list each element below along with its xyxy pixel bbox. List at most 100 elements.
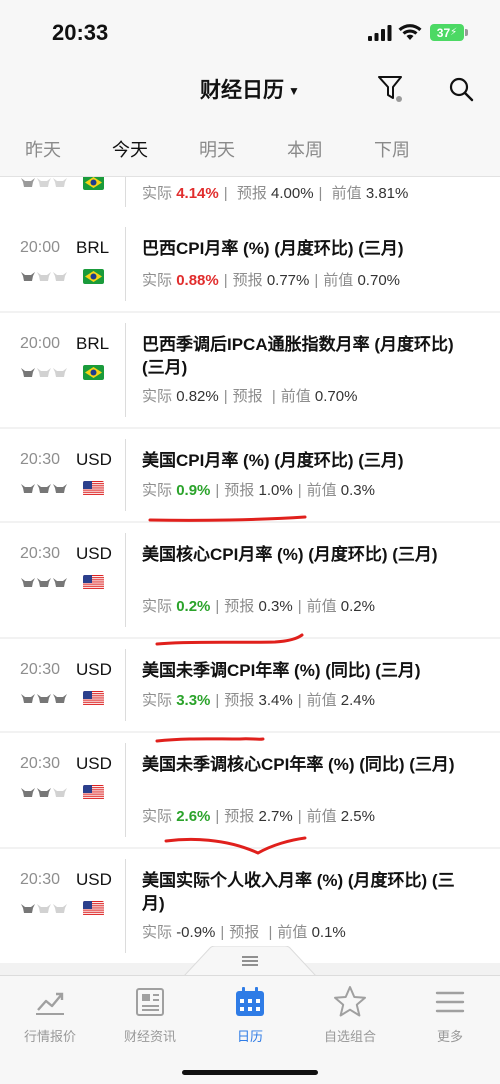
home-indicator xyxy=(182,1070,318,1075)
importance-bulls-icon xyxy=(21,272,67,281)
battery-cap xyxy=(465,29,468,36)
nav-label: 日历 xyxy=(236,1029,263,1044)
tab-today[interactable]: 今天 xyxy=(100,136,160,162)
nav-news[interactable]: 财经资讯 xyxy=(100,984,200,1045)
divider xyxy=(125,323,126,417)
previous-label: 前值 xyxy=(306,598,337,615)
list-item[interactable]: 20:30 USD 美国未季调CPI年率 (%) (同比) (三月) 实际 3.3% |… xyxy=(0,639,500,731)
event-time: 20:30 xyxy=(20,871,61,888)
actual-value: 0.2% xyxy=(176,598,211,615)
forecast-label: 预报 xyxy=(224,692,255,709)
previous-value: 0.70% xyxy=(314,388,358,405)
battery-level: 37 xyxy=(436,25,451,40)
value-separator: | xyxy=(215,482,220,499)
actual-value: 3.3% xyxy=(176,692,211,709)
actual-label: 实际 xyxy=(142,598,173,615)
status-bar: 20:33 37 ⚡ xyxy=(0,0,500,62)
event-values: 实际 0.2% | 预报 0.3% | 前值 0.2% xyxy=(142,595,375,616)
search-icon[interactable] xyxy=(448,76,474,102)
previous-label: 前值 xyxy=(306,808,337,825)
actual-value: 0.88% xyxy=(176,272,219,289)
importance-bulls-icon xyxy=(21,178,67,187)
previous-label: 前值 xyxy=(331,185,362,202)
event-values: 实际 0.82% | 预报 | 前值 0.70% xyxy=(142,385,357,406)
forecast-value: 0.3% xyxy=(258,598,293,615)
wifi-icon xyxy=(398,24,422,40)
event-values: 实际 2.6% | 预报 2.7% | 前值 2.5% xyxy=(142,805,375,826)
value-separator: | xyxy=(223,272,228,289)
value-separator: | xyxy=(215,808,220,825)
chart-icon xyxy=(36,992,64,1015)
event-list[interactable]: 实际 4.14% | 预报 4.00% | 前值 3.81% 20:00 BRL 巴西C… xyxy=(0,177,500,975)
event-currency: USD xyxy=(76,544,112,563)
divider xyxy=(125,859,126,953)
forecast-label: 预报 xyxy=(224,482,255,499)
divider xyxy=(125,533,126,627)
nav-more[interactable]: 更多 xyxy=(400,984,500,1045)
brazil-flag-icon xyxy=(83,365,104,380)
filter-icon[interactable] xyxy=(377,74,405,104)
nav-watchlist[interactable]: 自选组合 xyxy=(300,984,400,1045)
forecast-value: 2.7% xyxy=(258,808,293,825)
actual-value: 0.9% xyxy=(176,482,211,499)
event-currency: USD xyxy=(76,660,112,679)
nav-label: 自选组合 xyxy=(323,1029,376,1044)
tab-this-week[interactable]: 本周 xyxy=(275,136,335,162)
event-title: 美国未季调核心CPI年率 (%) (同比) (三月) xyxy=(142,755,455,774)
nav-quotes[interactable]: 行情报价 xyxy=(0,984,100,1045)
event-currency: USD xyxy=(76,754,112,773)
day-tabs: 昨天 今天 明天 本周 下周 xyxy=(0,118,500,177)
importance-bulls-icon xyxy=(21,694,67,703)
usa-flag-icon xyxy=(83,481,104,496)
divider xyxy=(125,177,126,207)
nav-label: 更多 xyxy=(436,1029,463,1044)
forecast-label: 预报 xyxy=(229,924,260,941)
drawer-handle[interactable] xyxy=(184,946,316,976)
previous-value: 3.81% xyxy=(365,185,409,202)
event-time: 20:00 xyxy=(20,335,61,352)
status-time: 20:33 xyxy=(52,20,109,45)
caret-down-icon: ▼ xyxy=(288,84,300,99)
tab-yesterday[interactable]: 昨天 xyxy=(13,136,73,162)
previous-label: 前值 xyxy=(280,388,311,405)
forecast-value: 3.4% xyxy=(258,692,293,709)
usa-flag-icon xyxy=(83,785,104,800)
nav-bar: 财经日历 ▼ xyxy=(0,62,500,118)
actual-label: 实际 xyxy=(142,924,173,941)
importance-bulls-icon xyxy=(21,484,67,493)
value-separator: | xyxy=(215,598,220,615)
previous-value: 2.5% xyxy=(340,808,375,825)
previous-label: 前值 xyxy=(323,272,354,289)
list-item[interactable]: 实际 4.14% | 预报 4.00% | 前值 3.81% xyxy=(0,177,500,217)
actual-label: 实际 xyxy=(142,272,173,289)
nav-calendar[interactable]: 日历 xyxy=(200,984,300,1045)
calendar-icon xyxy=(236,987,264,1016)
event-time: 20:30 xyxy=(20,755,61,772)
list-item[interactable]: 20:30 USD 美国核心CPI月率 (%) (月度环比) (三月) 实际 0.2%… xyxy=(0,523,500,637)
tab-next-week[interactable]: 下周 xyxy=(362,136,422,162)
divider xyxy=(125,649,126,721)
previous-value: 2.4% xyxy=(340,692,375,709)
forecast-value: 1.0% xyxy=(258,482,293,499)
list-item[interactable]: 20:30 USD 美国未季调核心CPI年率 (%) (同比) (三月) 实际 2.6… xyxy=(0,733,500,847)
forecast-label: 预报 xyxy=(224,808,255,825)
event-title: 美国实际个人收入月率 (%) (月度环比) (三月) xyxy=(142,871,455,913)
event-currency: USD xyxy=(76,450,112,469)
list-item[interactable]: 20:30 USD 美国CPI月率 (%) (月度环比) (三月) 实际 0.9% | 预… xyxy=(0,429,500,521)
forecast-label: 预报 xyxy=(232,388,263,405)
list-item[interactable]: 20:00 BRL 巴西CPI月率 (%) (月度环比) (三月) 实际 0.88% |… xyxy=(0,217,500,311)
previous-value: 0.3% xyxy=(340,482,375,499)
importance-bulls-icon xyxy=(21,368,67,377)
event-values: 实际 -0.9% | 预报 | 前值 0.1% xyxy=(142,921,346,942)
usa-flag-icon xyxy=(83,691,104,706)
nav-label: 财经资讯 xyxy=(123,1029,176,1044)
page-title: 财经日历 xyxy=(200,79,285,102)
battery-icon: 37 ⚡ xyxy=(430,24,464,41)
event-title: 美国未季调CPI年率 (%) (同比) (三月) xyxy=(142,661,421,680)
actual-value: 0.82% xyxy=(176,388,219,405)
page-title-dropdown[interactable]: 财经日历 ▼ xyxy=(0,74,500,104)
list-item[interactable]: 20:00 BRL 巴西季调后IPCA通胀指数月率 (月度环比) (三月) 实际 0.… xyxy=(0,313,500,427)
event-values: 实际 4.14% | 预报 4.00% | 前值 3.81% xyxy=(142,182,408,203)
previous-label: 前值 xyxy=(277,924,308,941)
tab-tomorrow[interactable]: 明天 xyxy=(187,136,247,162)
